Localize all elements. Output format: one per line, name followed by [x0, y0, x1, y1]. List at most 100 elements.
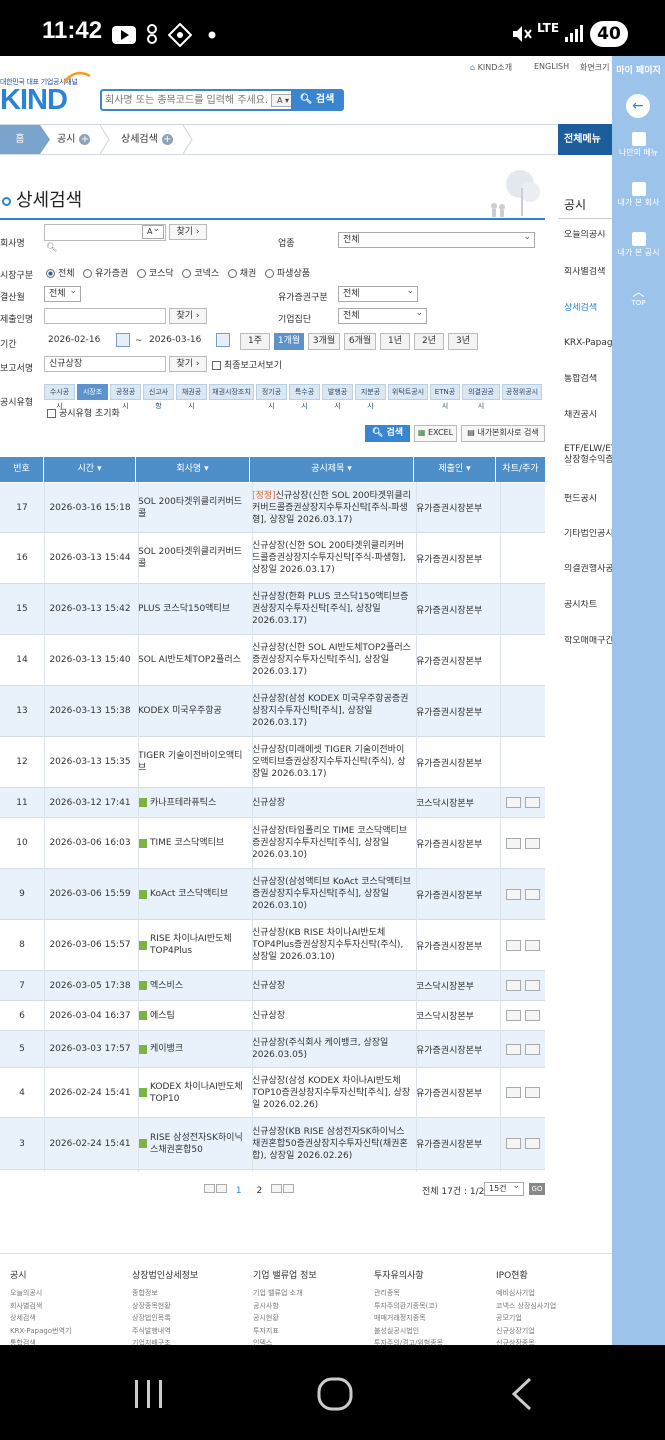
next-page-icon[interactable] — [271, 1184, 283, 1193]
period-3y-button[interactable]: 3년 — [448, 333, 478, 350]
th-title[interactable]: 공시제목 ▾ — [250, 457, 414, 482]
price-icon[interactable] — [524, 797, 540, 808]
securities-select[interactable]: 전체 — [338, 284, 418, 302]
top-link-about[interactable]: ⌂ KIND소개 — [470, 62, 512, 73]
type-tag-bond-market[interactable]: 채권시장조치 — [209, 384, 254, 400]
row-company-link[interactable]: SOL AI반도체TOP2플러스 — [138, 635, 250, 685]
side-menu-etf[interactable]: ETF/ELW/ETN 상장형수익증권 — [564, 444, 614, 466]
row-title-link[interactable]: 신규상장(미래에셋 TIGER 기술이전바이오액티브증권상장지수투자신탁(주식)… — [252, 737, 414, 787]
period-6m-button[interactable]: 6개월 — [344, 333, 376, 350]
row-company-link[interactable]: 에스팀 — [138, 1001, 250, 1030]
calendar-icon[interactable] — [116, 333, 130, 347]
price-icon[interactable] — [524, 837, 540, 849]
price-icon[interactable] — [524, 1138, 540, 1149]
row-title-link[interactable]: 신규상장 — [252, 1001, 414, 1030]
row-title-link[interactable]: 신규상장(KB RISE 차이나AI반도체TOP4Plus증권상장지수투자신탁(… — [252, 920, 414, 970]
row-title-link[interactable]: 신규상장(삼성 KODEX 차이나AI반도체TOP10증권상장지수투자신탁[주식… — [252, 1068, 414, 1117]
top-link-english[interactable]: ENGLISH — [534, 62, 569, 71]
page-1[interactable]: 1 — [236, 1186, 242, 1196]
row-title-link[interactable]: 신규상장 — [252, 788, 414, 817]
type-tag-trust[interactable]: 위탁트공시 — [388, 384, 428, 400]
all-menu-button[interactable]: 전체메뉴 — [558, 124, 613, 155]
chart-icon[interactable] — [505, 888, 521, 900]
period-1m-button[interactable]: 1개월 — [274, 333, 304, 350]
row-title-link[interactable]: 신규상장(주식회사 케이뱅크, 상장일 2026.03.05) — [252, 1031, 414, 1067]
header-search-input[interactable] — [105, 93, 267, 107]
page-2[interactable]: 2 — [256, 1186, 262, 1196]
market-radio-all[interactable]: 전체 — [46, 269, 75, 279]
price-icon[interactable] — [524, 939, 540, 951]
side-menu-company[interactable]: 회사별검색 — [564, 267, 614, 278]
back-icon[interactable] — [508, 1376, 536, 1412]
side-menu-papago[interactable]: KRX-Papago — [564, 338, 614, 349]
type-tag-issue[interactable]: 발행공시 — [322, 384, 353, 410]
per-page-select[interactable]: 15건 — [484, 1180, 524, 1196]
th-submitter[interactable]: 제출인 ▾ — [414, 457, 496, 482]
top-link-zoom[interactable]: 화면크기 — [580, 62, 609, 73]
type-tag-special[interactable]: 특수공시 — [289, 384, 320, 410]
breadcrumb-detail-search[interactable]: 상세검색 + — [121, 125, 173, 154]
row-company-link[interactable]: RISE 차이나AI반도체TOP4Plus — [138, 920, 250, 970]
chart-icon[interactable] — [505, 1043, 521, 1055]
row-company-link[interactable]: 케이뱅크 — [138, 1031, 250, 1067]
header-search-button[interactable]: 🔍︎ 검색 — [291, 90, 343, 110]
type-tag-ftc[interactable]: 공정위공시 — [502, 384, 542, 400]
side-menu-chart[interactable]: 공시차트 — [564, 600, 614, 611]
chart-icon[interactable] — [505, 797, 521, 808]
industry-select[interactable]: 전체 — [338, 230, 535, 248]
group-select[interactable]: 전체 — [338, 306, 427, 324]
th-company[interactable]: 회사명 ▾ — [136, 457, 250, 482]
chart-icon[interactable] — [505, 980, 521, 991]
period-2y-button[interactable]: 2년 — [414, 333, 444, 350]
th-time[interactable]: 시간 ▾ — [44, 457, 136, 482]
row-title-link[interactable]: 신규상장(신한 SOL AI반도체TOP2플러스증권상장지수투자신탁[주식], … — [252, 635, 414, 685]
row-company-link[interactable]: TIGER 기술이전바이오액티브 — [138, 737, 250, 787]
chart-icon[interactable] — [505, 1138, 521, 1149]
submitter-input[interactable] — [44, 308, 166, 324]
row-company-link[interactable]: 엑스비스 — [138, 971, 250, 1000]
sidebar-viewed-disclosures[interactable]: 내가 본 공시 — [612, 232, 665, 258]
type-tag-fair[interactable]: 공정공시 — [110, 384, 141, 410]
row-company-link[interactable]: KoAct 코스닥액티브 — [138, 869, 250, 919]
price-icon[interactable] — [524, 980, 540, 991]
type-tag-frequent[interactable]: 수시공시 — [44, 384, 75, 410]
market-radio-kosdaq[interactable]: 코스닥 — [136, 269, 174, 279]
type-tag-bond[interactable]: 채권공시 — [176, 384, 207, 410]
row-title-link[interactable]: 신규상장(타임폴리오 TIME 코스닥액티브증권상장지수투자신탁[주식], 상장… — [252, 818, 414, 868]
market-radio-derivative[interactable]: 파생상품 — [264, 269, 310, 279]
sidebar-top-button[interactable]: ︿ TOP — [612, 286, 665, 308]
calendar-icon[interactable] — [216, 333, 230, 347]
go-button[interactable]: GO — [529, 1183, 545, 1195]
collapse-arrow-icon[interactable]: ← — [626, 94, 650, 118]
row-title-link[interactable]: 신규상장(삼성액티브 KoAct 코스닥액티브증권상장지수투자신탁[주식], 상… — [252, 869, 414, 919]
search-button[interactable]: 🔍︎ 검색 — [365, 425, 410, 442]
breadcrumb-home[interactable]: 홈 — [0, 125, 40, 154]
sidebar-my-menu[interactable]: 나만의 메뉴 — [612, 132, 665, 158]
row-title-link[interactable]: 신규상장(신한 SOL 200타겟위클리커버드콜증권상장지수투자신탁[주식-파생… — [252, 533, 414, 583]
row-title-link[interactable]: [정정]신규상장(신한 SOL 200타겟위클리커버드콜증권상장지수투자신탁[주… — [252, 483, 414, 532]
type-tag-share[interactable]: 지분공시 — [355, 384, 386, 410]
kind-logo[interactable]: KIND — [0, 84, 68, 117]
row-company-link[interactable]: 카나프테라퓨틱스 — [138, 788, 250, 817]
period-1y-button[interactable]: 1년 — [380, 333, 410, 350]
row-company-link[interactable]: SOL 200타겟위클리커버드콜 — [138, 533, 250, 583]
sidebar-viewed-companies[interactable]: 내가 본 회사 — [612, 182, 665, 208]
side-menu-bond[interactable]: 채권공시 — [564, 410, 614, 421]
side-menu-voting[interactable]: 의결권행사공시 — [564, 564, 614, 575]
type-tag-voting[interactable]: 의결권공시 — [462, 384, 500, 410]
type-reset-checkbox[interactable]: 공시유형 초기화 — [47, 406, 120, 419]
side-menu-today[interactable]: 오늘의공시 — [564, 230, 614, 241]
report-find-button[interactable]: 찾기 › — [169, 356, 207, 372]
home-button-icon[interactable] — [316, 1376, 354, 1412]
date-to-input[interactable]: 2026-03-16 — [145, 333, 213, 349]
price-icon[interactable] — [524, 1010, 540, 1021]
chart-icon[interactable] — [505, 939, 521, 951]
row-company-link[interactable]: KODEX 차이나AI반도체TOP10 — [138, 1068, 250, 1117]
side-menu-other[interactable]: 기타법인공시 — [564, 529, 614, 540]
type-tag-periodic[interactable]: 정기공시 — [256, 384, 287, 410]
submitter-find-button[interactable]: 찾기 › — [169, 308, 207, 324]
excel-button[interactable]: ▦ EXCEL — [414, 425, 457, 442]
row-title-link[interactable]: 신규상장(한화 PLUS 코스닥150액티브증권상장지수투자신탁[주식], 상장… — [252, 584, 414, 634]
chart-icon[interactable] — [505, 1087, 521, 1098]
period-3m-button[interactable]: 3개월 — [308, 333, 340, 350]
